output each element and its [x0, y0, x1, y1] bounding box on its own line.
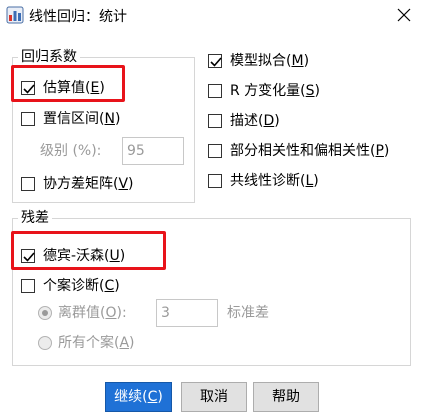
part-partial-checkbox[interactable] — [208, 144, 222, 158]
covariance-matrix-label[interactable]: 协方差矩阵(V) — [43, 176, 134, 192]
close-icon — [397, 8, 411, 22]
casewise-diagnostics-checkbox[interactable] — [21, 279, 35, 293]
checkmark-icon — [210, 57, 222, 67]
descriptives-checkbox[interactable] — [208, 114, 222, 128]
coefficients-legend: 回归系数 — [18, 49, 80, 65]
confidence-intervals-label[interactable]: 置信区间(N) — [43, 111, 120, 127]
descriptives-label[interactable]: 描述(D) — [230, 113, 280, 129]
durbin-watson-highlight — [11, 231, 166, 270]
confidence-intervals-checkbox[interactable] — [21, 112, 35, 126]
help-button[interactable]: 帮助 — [253, 382, 319, 412]
outliers-radio[interactable] — [38, 306, 52, 320]
model-fit-checkbox[interactable] — [208, 54, 222, 68]
app-icon — [6, 6, 24, 24]
continue-button[interactable]: 继续(C) — [105, 382, 172, 412]
outliers-threshold-input[interactable]: 3 — [156, 299, 218, 327]
cancel-button[interactable]: 取消 — [181, 382, 247, 412]
window-title: 线性回归：统计 — [29, 9, 127, 25]
collinearity-checkbox[interactable] — [208, 174, 222, 188]
casewise-diagnostics-label[interactable]: 个案诊断(C) — [43, 278, 120, 294]
estimates-highlight — [11, 65, 125, 102]
all-cases-label[interactable]: 所有个案(A) — [58, 335, 135, 351]
level-label: 级别 (%): — [40, 143, 102, 159]
close-button[interactable] — [393, 4, 415, 26]
part-partial-label[interactable]: 部分相关性和偏相关性(P) — [230, 143, 389, 159]
model-fit-label[interactable]: 模型拟合(M) — [230, 53, 309, 69]
confidence-level-input[interactable]: 95 — [122, 137, 184, 165]
r-squared-change-label[interactable]: R 方变化量(S) — [230, 83, 320, 99]
all-cases-radio[interactable] — [38, 336, 52, 350]
r-squared-change-checkbox[interactable] — [208, 84, 222, 98]
outliers-label[interactable]: 离群值(O): — [58, 305, 127, 321]
residuals-legend: 残差 — [18, 210, 52, 226]
covariance-matrix-checkbox[interactable] — [21, 177, 35, 191]
title-bar: 线性回归：统计 — [0, 0, 424, 30]
std-dev-unit-label: 标准差 — [227, 305, 269, 321]
collinearity-label[interactable]: 共线性诊断(L) — [230, 173, 319, 189]
